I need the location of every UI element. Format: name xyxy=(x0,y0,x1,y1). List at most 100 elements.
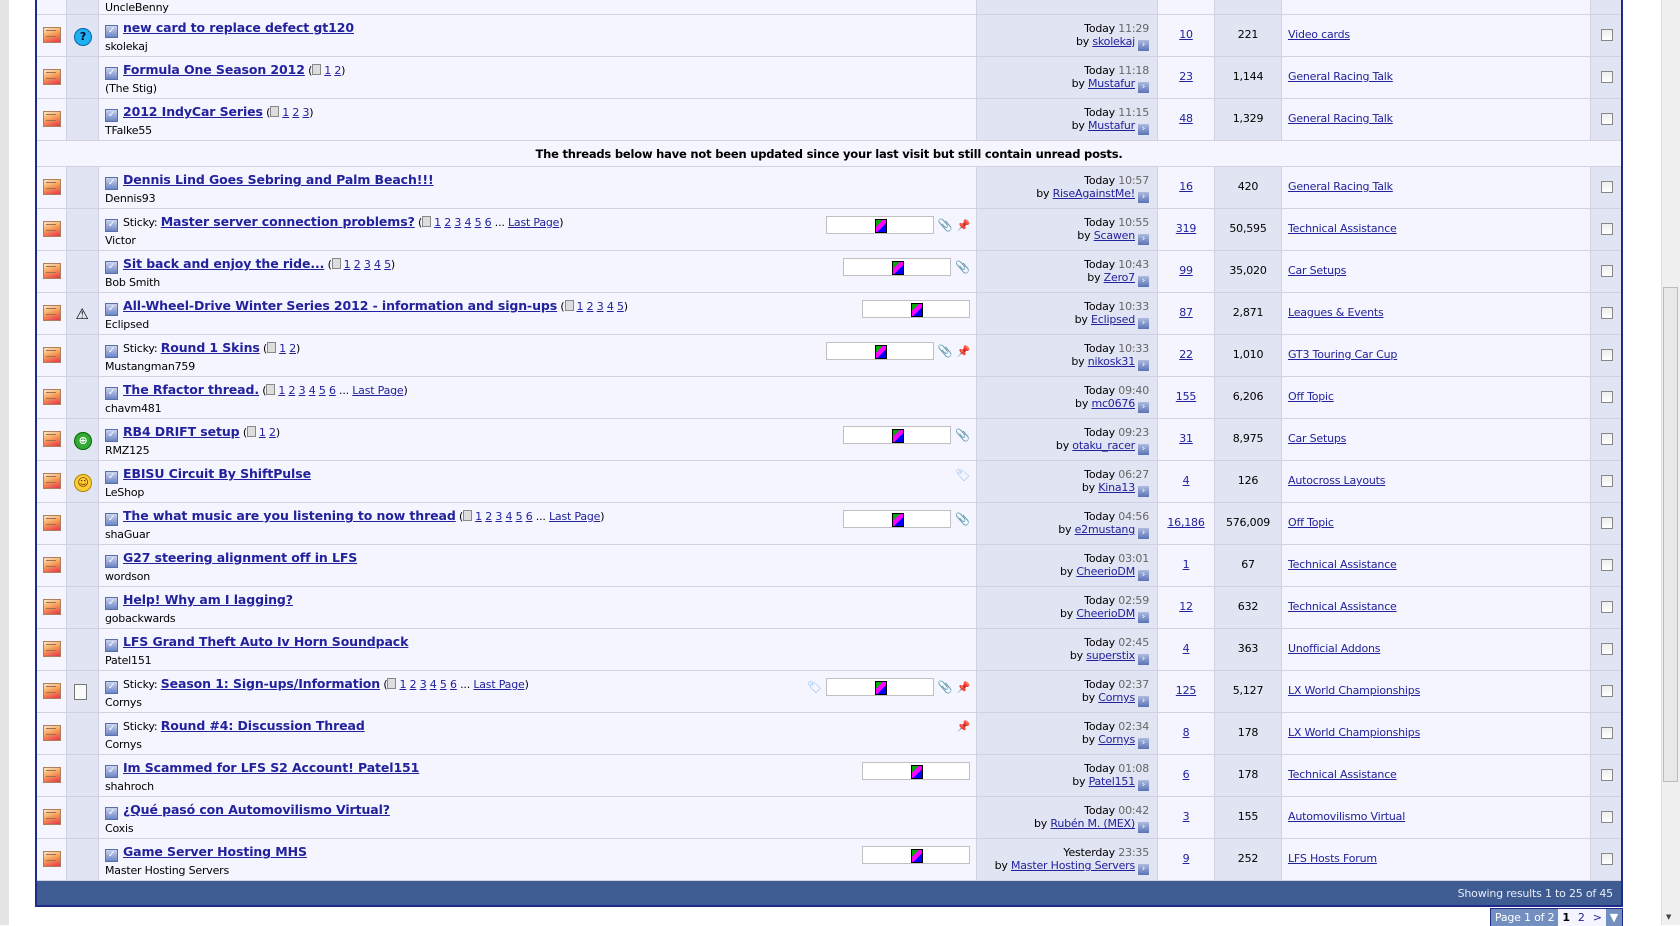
page-menu-chevron-down-icon[interactable]: ▼ xyxy=(1605,909,1622,926)
go-to-last-post-icon[interactable]: › xyxy=(1138,612,1149,623)
thread-select-checkbox[interactable] xyxy=(1601,433,1613,445)
replies-link[interactable]: 23 xyxy=(1179,70,1193,83)
thread-select-checkbox[interactable] xyxy=(1601,181,1613,193)
page-link[interactable]: 6 xyxy=(526,510,533,523)
thread-title-link[interactable]: Help! Why am I lagging? xyxy=(123,592,293,607)
forum-link[interactable]: General Racing Talk xyxy=(1288,180,1393,193)
last-poster-link[interactable]: Scawen xyxy=(1094,229,1136,242)
thread-title-link[interactable]: Sit back and enjoy the ride... xyxy=(123,256,324,271)
go-to-last-post-icon[interactable]: › xyxy=(1138,696,1149,707)
forum-link[interactable]: Off Topic xyxy=(1288,390,1334,403)
page-link[interactable]: 1 xyxy=(279,342,286,355)
last-page-link[interactable]: Last Page xyxy=(473,678,524,691)
go-to-last-post-icon[interactable]: › xyxy=(1138,124,1149,135)
forum-link[interactable]: Off Topic xyxy=(1288,516,1334,529)
thread-title-link[interactable]: Round 1 Skins xyxy=(161,340,260,355)
replies-link[interactable]: 31 xyxy=(1179,432,1193,445)
go-to-last-post-icon[interactable]: › xyxy=(1138,444,1149,455)
page-link[interactable]: 5 xyxy=(384,258,391,271)
page-link[interactable]: 2 xyxy=(289,342,296,355)
page-link[interactable]: 2 xyxy=(269,426,276,439)
last-poster-link[interactable]: Kina13 xyxy=(1098,481,1135,494)
last-poster-link[interactable]: RiseAgainstMe! xyxy=(1053,187,1136,200)
page-link[interactable]: 2 xyxy=(410,678,417,691)
thread-title-link[interactable]: Formula One Season 2012 xyxy=(123,62,305,77)
last-poster-link[interactable]: skolekaj xyxy=(1092,35,1135,48)
thread-select-checkbox[interactable] xyxy=(1601,517,1613,529)
replies-link[interactable]: 99 xyxy=(1179,264,1193,277)
go-to-last-post-icon[interactable]: › xyxy=(1138,234,1149,245)
replies-link[interactable]: 6 xyxy=(1183,768,1190,781)
thread-select-checkbox[interactable] xyxy=(1601,475,1613,487)
go-to-last-post-icon[interactable]: › xyxy=(1138,486,1149,497)
page-link[interactable]: 3 xyxy=(299,384,306,397)
page-link[interactable]: 1 xyxy=(344,258,351,271)
thread-status-envelope-icon[interactable] xyxy=(43,179,61,195)
replies-link[interactable]: 87 xyxy=(1179,306,1193,319)
page-link[interactable]: 4 xyxy=(430,678,437,691)
thread-title-link[interactable]: All-Wheel-Drive Winter Series 2012 - inf… xyxy=(123,298,557,313)
forum-link[interactable]: Unofficial Addons xyxy=(1288,642,1380,655)
scroll-down-arrow-icon[interactable]: ▼ xyxy=(1666,913,1671,921)
thread-title-link[interactable]: Im Scammed for LFS S2 Account! Patel151 xyxy=(123,760,419,775)
page-link[interactable]: 2 xyxy=(334,64,341,77)
replies-link[interactable]: 48 xyxy=(1179,112,1193,125)
thread-status-envelope-icon[interactable] xyxy=(43,389,61,405)
last-poster-link[interactable]: Rubén M. (MEX) xyxy=(1050,817,1135,830)
thread-select-checkbox[interactable] xyxy=(1601,811,1613,823)
page-link[interactable]: 4 xyxy=(464,216,471,229)
forum-link[interactable]: GT3 Touring Car Cup xyxy=(1288,348,1397,361)
replies-link[interactable]: 155 xyxy=(1176,390,1197,403)
thread-status-envelope-icon[interactable] xyxy=(43,767,61,783)
thread-select-checkbox[interactable] xyxy=(1601,727,1613,739)
thread-title-link[interactable]: Season 1: Sign-ups/Information xyxy=(161,676,380,691)
page-link[interactable]: 5 xyxy=(440,678,447,691)
replies-link[interactable]: 8 xyxy=(1183,726,1190,739)
replies-link[interactable]: 3 xyxy=(1183,810,1190,823)
thread-status-envelope-icon[interactable] xyxy=(43,473,61,489)
page-link[interactable]: 3 xyxy=(420,678,427,691)
thread-select-checkbox[interactable] xyxy=(1601,853,1613,865)
replies-link[interactable]: 4 xyxy=(1183,642,1190,655)
forum-link[interactable]: Technical Assistance xyxy=(1288,222,1397,235)
thread-select-checkbox[interactable] xyxy=(1601,223,1613,235)
forum-link[interactable]: Technical Assistance xyxy=(1288,600,1397,613)
thread-status-envelope-icon[interactable] xyxy=(43,27,61,43)
thread-status-envelope-icon[interactable] xyxy=(43,263,61,279)
go-to-last-post-icon[interactable]: › xyxy=(1138,780,1149,791)
last-poster-link[interactable]: otaku_racer xyxy=(1072,439,1135,452)
page-link[interactable]: 2 xyxy=(292,106,299,119)
last-poster-link[interactable]: CheerioDM xyxy=(1076,565,1135,578)
thread-status-envelope-icon[interactable] xyxy=(43,557,61,573)
forum-link[interactable]: General Racing Talk xyxy=(1288,70,1393,83)
thread-select-checkbox[interactable] xyxy=(1601,643,1613,655)
last-poster-link[interactable]: mc0676 xyxy=(1091,397,1135,410)
thread-status-envelope-icon[interactable] xyxy=(43,851,61,867)
thread-status-envelope-icon[interactable] xyxy=(43,599,61,615)
thread-title-link[interactable]: EBISU Circuit By ShiftPulse xyxy=(123,466,311,481)
page-link[interactable]: 5 xyxy=(475,216,482,229)
thread-select-checkbox[interactable] xyxy=(1601,113,1613,125)
last-poster-link[interactable]: Patel151 xyxy=(1089,775,1136,788)
go-to-last-post-icon[interactable]: › xyxy=(1138,192,1149,203)
thread-title-link[interactable]: G27 steering alignment off in LFS xyxy=(123,550,357,565)
forum-link[interactable]: Car Setups xyxy=(1288,264,1346,277)
thread-status-envelope-icon[interactable] xyxy=(43,221,61,237)
thread-title-link[interactable]: The Rfactor thread. xyxy=(123,382,259,397)
thread-select-checkbox[interactable] xyxy=(1601,559,1613,571)
last-poster-link[interactable]: Cornys xyxy=(1098,733,1135,746)
replies-link[interactable]: 125 xyxy=(1176,684,1197,697)
forum-link[interactable]: Leagues & Events xyxy=(1288,306,1384,319)
forum-link[interactable]: Technical Assistance xyxy=(1288,558,1397,571)
thread-title-link[interactable]: new card to replace defect gt120 xyxy=(123,20,354,35)
replies-link[interactable]: 10 xyxy=(1179,28,1193,41)
page-link[interactable]: 5 xyxy=(319,384,326,397)
thread-title-link[interactable]: LFS Grand Theft Auto Iv Horn Soundpack xyxy=(123,634,408,649)
thread-status-envelope-icon[interactable] xyxy=(43,683,61,699)
go-to-last-post-icon[interactable]: › xyxy=(1138,276,1149,287)
page-link[interactable]: 1 xyxy=(324,64,331,77)
thread-title-link[interactable]: ¿Qué pasó con Automovilismo Virtual? xyxy=(123,802,390,817)
forum-link[interactable]: Autocross Layouts xyxy=(1288,474,1385,487)
forum-link[interactable]: LX World Championships xyxy=(1288,684,1420,697)
page-link[interactable]: 3 xyxy=(364,258,371,271)
